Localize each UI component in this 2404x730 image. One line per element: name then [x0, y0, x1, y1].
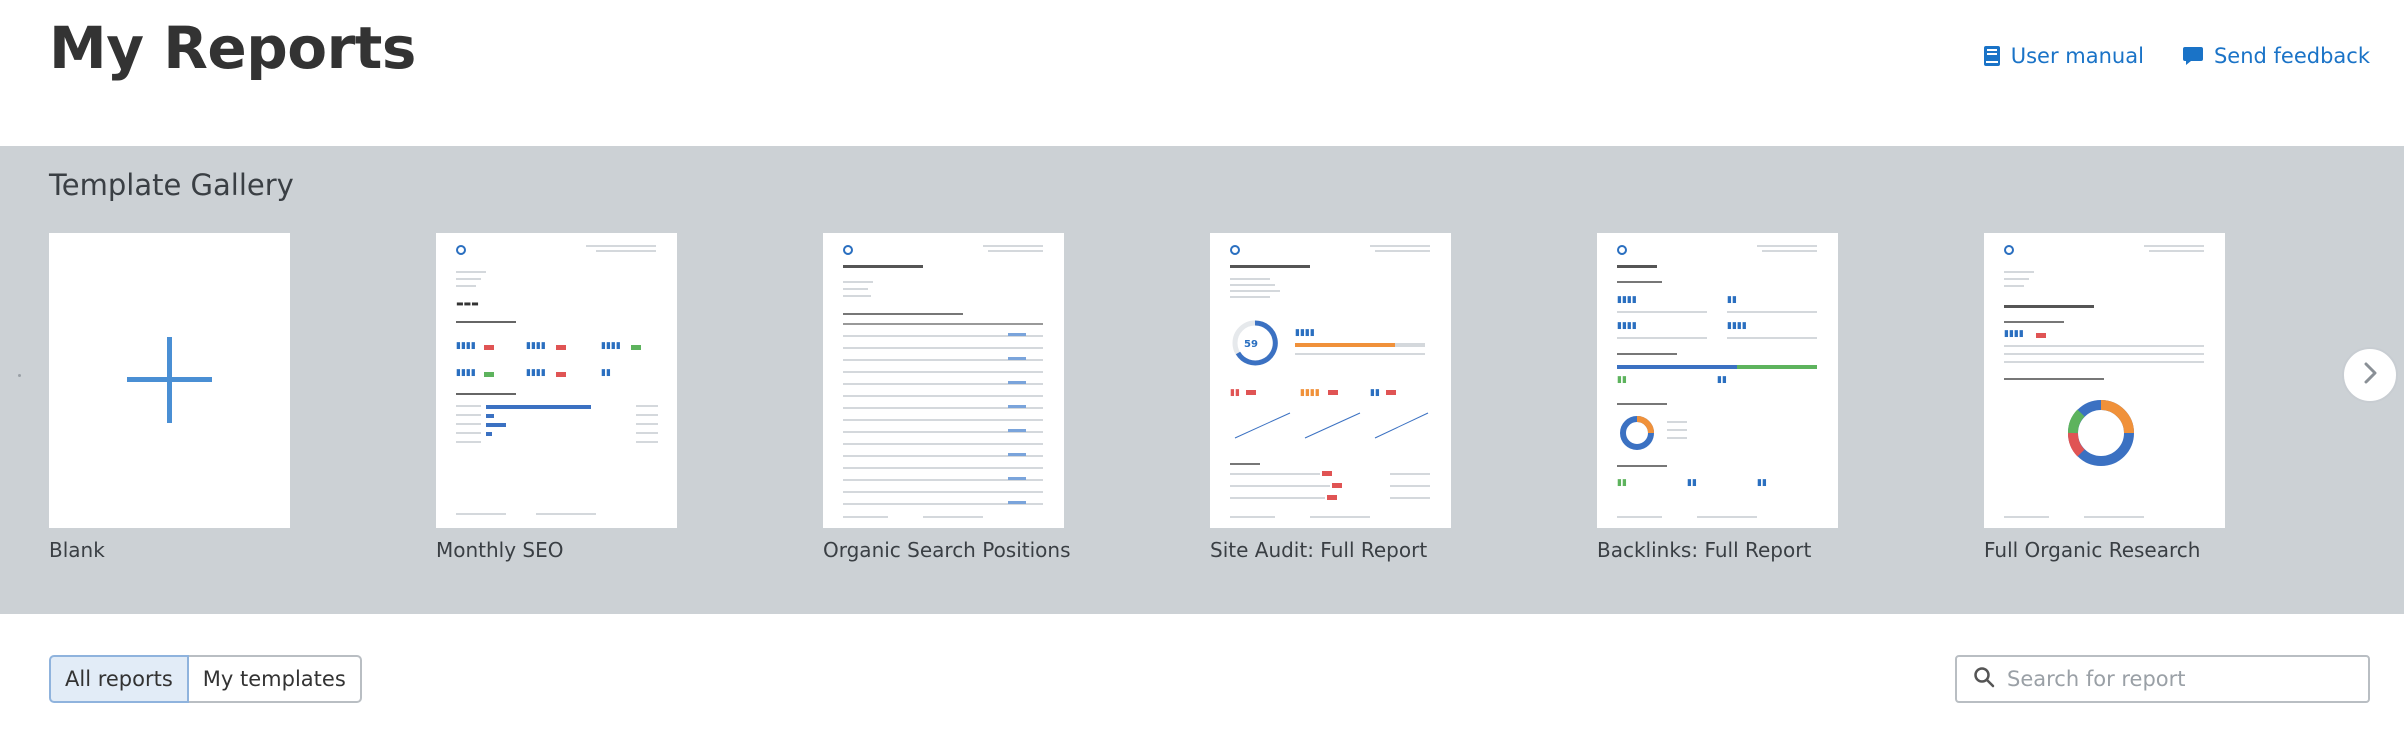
- logo-icon: [456, 245, 466, 255]
- chevron-right-icon: [2360, 361, 2380, 389]
- send-feedback-link[interactable]: Send feedback: [2182, 44, 2370, 68]
- speech-bubble-icon: [2182, 45, 2204, 67]
- template-label: Blank: [49, 538, 105, 562]
- template-thumbnail: 59 ▮▮▮▮ ▮▮ ▮▮▮▮ ▮▮: [1210, 233, 1451, 528]
- logo-icon: [843, 245, 853, 255]
- gallery-title: Template Gallery: [49, 168, 294, 202]
- template-thumbnail: [49, 233, 290, 528]
- template-card-monthly-seo[interactable]: ▬▬▬ ▮▮▮▮ ▮▮▮▮ ▮▮▮▮ ▮▮▮▮ ▮▮▮▮ ▮▮ Monthly …: [436, 233, 677, 562]
- page-header: My Reports User manual Send feedback: [0, 0, 2404, 146]
- book-icon: [1983, 45, 2001, 67]
- user-manual-label: User manual: [2010, 44, 2144, 68]
- template-card-organic-search-positions[interactable]: Organic Search Positions: [823, 233, 1071, 562]
- report-filter-tabs: All reports My templates: [49, 655, 362, 703]
- template-label: Monthly SEO: [436, 538, 564, 562]
- gallery-next-button[interactable]: [2342, 347, 2398, 403]
- send-feedback-label: Send feedback: [2213, 44, 2370, 68]
- search-icon: [1973, 666, 1995, 692]
- user-manual-link[interactable]: User manual: [1983, 44, 2144, 68]
- template-card-blank[interactable]: Blank: [49, 233, 290, 562]
- template-label: Organic Search Positions: [823, 538, 1071, 562]
- template-label: Full Organic Research: [1984, 538, 2201, 562]
- tab-all-reports[interactable]: All reports: [49, 655, 189, 703]
- logo-icon: [2004, 245, 2014, 255]
- tab-my-templates[interactable]: My templates: [188, 655, 362, 703]
- search-input[interactable]: [2007, 667, 2347, 691]
- logo-icon: [1617, 245, 1627, 255]
- svg-text:59: 59: [1244, 339, 1258, 350]
- template-thumbnail: ▮▮▮▮ ▮▮ ▮▮▮▮ ▮▮▮▮ ▮▮ ▮▮ ▮▮ ▮▮ ▮▮: [1597, 233, 1838, 528]
- template-card-full-organic-research[interactable]: ▮▮▮▮ Full Organic Research: [1984, 233, 2225, 562]
- logo-icon: [1230, 245, 1240, 255]
- template-label: Site Audit: Full Report: [1210, 538, 1428, 562]
- template-label: Backlinks: Full Report: [1597, 538, 1812, 562]
- template-thumbnail: [823, 233, 1064, 528]
- template-thumbnail: ▮▮▮▮: [1984, 233, 2225, 528]
- template-gallery: Template Gallery Blank ▬▬▬ ▮▮▮▮ ▮▮▮▮ ▮▮▮…: [0, 146, 2404, 614]
- previous-indicator: [18, 374, 21, 377]
- header-links: User manual Send feedback: [1983, 44, 2370, 68]
- search-box: [1955, 655, 2370, 703]
- template-card-site-audit[interactable]: 59 ▮▮▮▮ ▮▮ ▮▮▮▮ ▮▮ Site Audit: Full Repo…: [1210, 233, 1451, 562]
- page-title: My Reports: [49, 14, 416, 82]
- template-thumbnail: ▬▬▬ ▮▮▮▮ ▮▮▮▮ ▮▮▮▮ ▮▮▮▮ ▮▮▮▮ ▮▮: [436, 233, 677, 528]
- template-card-backlinks[interactable]: ▮▮▮▮ ▮▮ ▮▮▮▮ ▮▮▮▮ ▮▮ ▮▮ ▮▮ ▮▮ ▮▮ Backlin…: [1597, 233, 1838, 562]
